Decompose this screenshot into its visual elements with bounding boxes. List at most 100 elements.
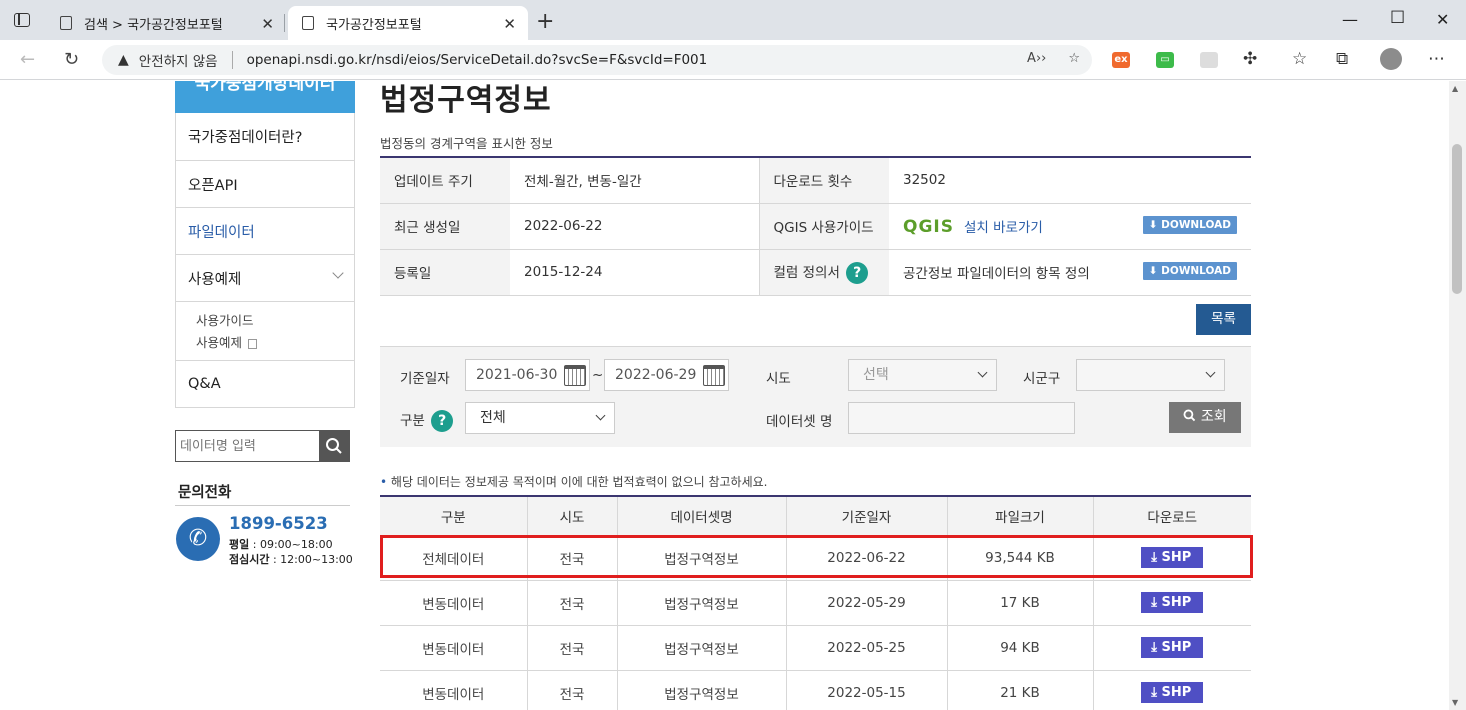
download-icon: ⤓ [1151, 640, 1157, 655]
calendar-icon[interactable] [564, 365, 586, 386]
more-options-icon[interactable]: ⋯ [1428, 49, 1445, 69]
cell-dataset: 법정구역정보 [617, 670, 787, 710]
list-button[interactable]: 목록 [1196, 304, 1251, 335]
favorites-icon[interactable]: ☆ [1292, 49, 1307, 69]
info-label: 컬럼 정의서 [773, 264, 840, 281]
column-def-label-cell: 컬럼 정의서 ? [759, 249, 889, 296]
column-header: 다운로드 [1093, 496, 1251, 536]
submenu-item-examples[interactable]: 사용예제 [196, 332, 354, 354]
cell-type: 변동데이터 [380, 625, 528, 671]
shp-download-button[interactable]: ⤓ SHP [1141, 592, 1204, 613]
cell-size: 17 KB [947, 580, 1094, 626]
cell-sido: 전국 [527, 580, 618, 626]
search-icon [326, 438, 342, 454]
profile-avatar[interactable] [1380, 48, 1402, 70]
table-header-row: 구분 시도 데이터셋명 기준일자 파일크기 다운로드 [380, 496, 1251, 536]
column-header: 시도 [527, 496, 618, 536]
column-header: 파일크기 [947, 496, 1094, 536]
sidebar-item-examples[interactable]: 사용예제 [176, 254, 354, 301]
sidebar-item-label: Q&A [188, 376, 221, 392]
search-submit-button[interactable]: 조회 [1169, 402, 1241, 433]
table-row: 변동데이터 전국 법정구역정보 2022-05-15 21 KB ⤓ SHP [380, 670, 1251, 710]
warning-icon[interactable]: ▲ [118, 52, 129, 68]
page-icon [60, 16, 72, 30]
maximize-icon[interactable]: ☐ [1390, 8, 1405, 28]
search-button-label: 조회 [1200, 409, 1227, 425]
extension-icon[interactable] [1200, 52, 1218, 68]
calendar-icon[interactable] [703, 365, 725, 386]
shp-download-button[interactable]: ⤓ SHP [1141, 637, 1204, 658]
sido-value: 선택 [863, 367, 889, 383]
download-icon: ⤓ [1151, 595, 1157, 610]
date-from-input[interactable]: 2021-06-30 [465, 359, 590, 391]
security-label: 안전하지 않음 [138, 54, 218, 70]
table-row: 변동데이터 전국 법정구역정보 2022-05-29 17 KB ⤓ SHP [380, 580, 1251, 626]
qgis-install-link[interactable]: 설치 바로가기 [964, 220, 1043, 236]
info-label: 다운로드 횟수 [759, 157, 889, 204]
column-header: 구분 [380, 496, 528, 536]
download-label: DOWNLOAD [1161, 218, 1231, 231]
date-to-input[interactable]: 2022-06-29 [604, 359, 729, 391]
sidebar-item-qna[interactable]: Q&A [176, 360, 354, 407]
minimize-icon[interactable]: — [1342, 10, 1358, 29]
cell-size: 21 KB [947, 670, 1094, 710]
type-label-group: 구분 ? [400, 409, 454, 432]
sidebar-item-about[interactable]: 국가중점데이터란? [176, 113, 354, 160]
hours-lunch-label: 점심시간 [229, 553, 270, 566]
shp-download-button[interactable]: ⤓ SHP [1141, 682, 1204, 703]
submenu-item-guide[interactable]: 사용가이드 [196, 310, 354, 332]
help-icon[interactable]: ? [431, 410, 454, 432]
page-content: 국가중점개방데이터 국가중점데이터란? 오픈API 파일데이터 사용예제 사용가… [0, 81, 1449, 710]
phone-icon: ✆ [176, 517, 220, 561]
close-tab-icon[interactable]: ✕ [261, 15, 274, 33]
sidebar-item-openapi[interactable]: 오픈API [176, 160, 354, 207]
tab-search-results[interactable]: 검색 > 국가공간정보포털 ✕ [46, 6, 286, 40]
search-icon [1183, 409, 1196, 422]
column-def-download-button[interactable]: ⬇ DOWNLOAD [1142, 262, 1237, 280]
download-icon: ⤓ [1151, 685, 1157, 700]
sigungu-select[interactable] [1076, 359, 1225, 391]
back-icon[interactable]: ← [20, 49, 35, 70]
sidebar: 국가중점개방데이터 국가중점데이터란? 오픈API 파일데이터 사용예제 사용가… [175, 81, 355, 408]
close-tab-icon[interactable]: ✕ [503, 15, 516, 33]
tab-actions-icon[interactable] [14, 13, 30, 27]
search-button[interactable] [319, 431, 349, 461]
add-favorite-icon[interactable]: ☆ [1068, 51, 1080, 66]
scroll-up-icon[interactable]: ▲ [1452, 84, 1458, 93]
window-close-icon[interactable]: ✕ [1436, 10, 1449, 29]
column-def-cell: 공간정보 파일데이터의 항목 정의 ⬇ DOWNLOAD [889, 249, 1251, 296]
extension-icon[interactable]: ex [1112, 52, 1130, 68]
date-range-separator: ~ [592, 367, 604, 383]
type-select[interactable]: 전체 [465, 402, 615, 434]
extensions-icon[interactable]: ✣ [1243, 49, 1257, 69]
extension-icon[interactable]: ▭ [1156, 52, 1174, 68]
scrollbar-thumb[interactable] [1452, 144, 1462, 294]
tab-label: 국가공간정보포털 [326, 17, 422, 33]
chevron-down-icon [332, 267, 344, 279]
info-value: 2022-06-22 [510, 203, 760, 250]
info-label: 최근 생성일 [380, 203, 510, 250]
collections-icon[interactable]: ⧉ [1336, 49, 1348, 69]
address-bar[interactable]: ▲ 안전하지 않음 openapi.nsdi.go.kr/nsdi/eios/S… [102, 45, 1092, 75]
cell-sido: 전국 [527, 625, 618, 671]
qgis-download-button[interactable]: ⬇ DOWNLOAD [1142, 215, 1237, 234]
tab-portal[interactable]: 국가공간정보포털 ✕ [288, 6, 528, 40]
new-window-icon [248, 338, 258, 349]
sido-select[interactable]: 선택 [848, 359, 997, 391]
cell-type: 변동데이터 [380, 670, 528, 710]
cell-date: 2022-05-25 [786, 625, 948, 671]
sidebar-item-filedata[interactable]: 파일데이터 [176, 207, 354, 254]
scroll-down-icon[interactable]: ▼ [1452, 698, 1458, 707]
help-icon[interactable]: ? [846, 261, 869, 284]
sidebar-item-label: 오픈API [188, 177, 238, 194]
url-text[interactable]: openapi.nsdi.go.kr/nsdi/eios/ServiceDeta… [247, 52, 708, 68]
qgis-cell: QGIS 설치 바로가기 ⬇ DOWNLOAD [889, 203, 1251, 250]
dataset-input[interactable] [848, 402, 1075, 434]
read-aloud-icon[interactable]: A›› [1027, 51, 1046, 66]
business-hours: 평일 : 09:00~18:00 점심시간 : 12:00~13:00 [229, 537, 353, 567]
new-tab-icon[interactable]: + [536, 9, 554, 34]
cell-dataset: 법정구역정보 [617, 625, 787, 671]
info-value: 32502 [889, 157, 1251, 204]
refresh-icon[interactable]: ↻ [64, 49, 79, 70]
search-input[interactable] [176, 431, 319, 461]
